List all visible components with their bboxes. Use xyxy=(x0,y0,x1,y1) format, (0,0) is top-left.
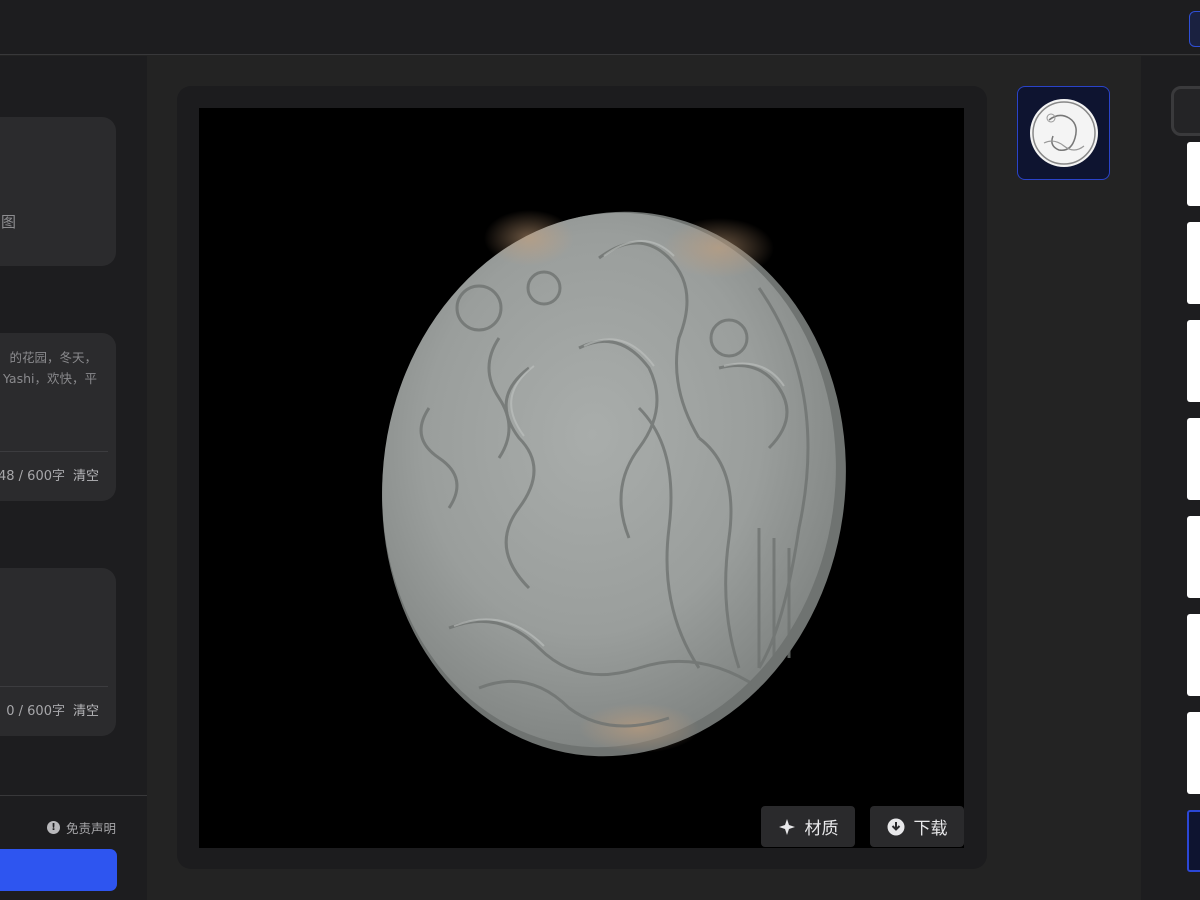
medallion-thumbnail-image xyxy=(1029,99,1098,167)
history-filter-button[interactable] xyxy=(1171,86,1200,136)
prompt-text-line-2: Yashi，欢快，平 xyxy=(3,371,97,386)
material-button-label: 材质 xyxy=(804,819,839,839)
generate-button[interactable] xyxy=(0,849,117,891)
relief-medallion-model xyxy=(382,210,846,757)
prompt-text-line-1: 的花园，冬天， xyxy=(9,350,97,365)
left-panel-divider xyxy=(0,795,147,796)
prompt-char-counter: 48 / 600字 xyxy=(0,469,65,484)
selected-result-thumbnail[interactable] xyxy=(1017,86,1110,180)
download-button-label: 下载 xyxy=(913,819,948,839)
upload-card[interactable]: 图 xyxy=(0,117,116,266)
history-thumbnail[interactable] xyxy=(1187,320,1200,402)
history-thumbnail[interactable] xyxy=(1187,222,1200,304)
material-button[interactable]: 材质 xyxy=(761,806,855,847)
model-viewport[interactable] xyxy=(199,108,964,848)
negative-prompt-clear-button[interactable]: 清空 xyxy=(73,704,99,719)
upload-card-label: 图 xyxy=(0,213,16,231)
prompt-clear-button[interactable]: 清空 xyxy=(73,469,99,484)
negative-prompt-char-counter: 0 / 600字 xyxy=(6,704,65,719)
prompt-text[interactable]: 的花园，冬天， Yashi，欢快，平 xyxy=(0,347,97,389)
stain-mark xyxy=(664,218,774,278)
top-right-button[interactable] xyxy=(1189,11,1200,47)
top-bar xyxy=(0,0,1200,55)
history-thumbnail[interactable] xyxy=(1187,712,1200,794)
prompt-card[interactable]: 的花园，冬天， Yashi，欢快，平 48 / 600字 清空 xyxy=(0,333,116,501)
download-button[interactable]: 下载 xyxy=(870,806,964,847)
negative-prompt-card[interactable]: 0 / 600字 清空 xyxy=(0,568,116,736)
download-icon xyxy=(887,818,905,836)
medallion-face xyxy=(382,212,836,748)
stain-mark xyxy=(579,703,699,753)
history-thumbnail-selected[interactable] xyxy=(1187,810,1200,872)
negative-prompt-counter-row: 0 / 600字 清空 xyxy=(6,700,99,719)
prompt-divider xyxy=(0,451,108,452)
prompt-counter-row: 48 / 600字 清空 xyxy=(0,465,99,484)
sparkle-icon xyxy=(778,818,796,836)
info-icon: ! xyxy=(46,821,60,834)
disclaimer-link[interactable]: ! 免责声明 xyxy=(46,818,116,837)
history-thumbnail[interactable] xyxy=(1187,142,1200,206)
negative-prompt-divider xyxy=(0,686,108,687)
stain-mark xyxy=(484,210,574,266)
disclaimer-label: 免责声明 xyxy=(65,821,116,836)
history-thumbnail[interactable] xyxy=(1187,418,1200,500)
left-panel: 图 的花园，冬天， Yashi，欢快，平 48 / 600字 清空 0 / 600… xyxy=(0,56,147,900)
history-thumbnail[interactable] xyxy=(1187,614,1200,696)
history-thumbnail[interactable] xyxy=(1187,516,1200,598)
